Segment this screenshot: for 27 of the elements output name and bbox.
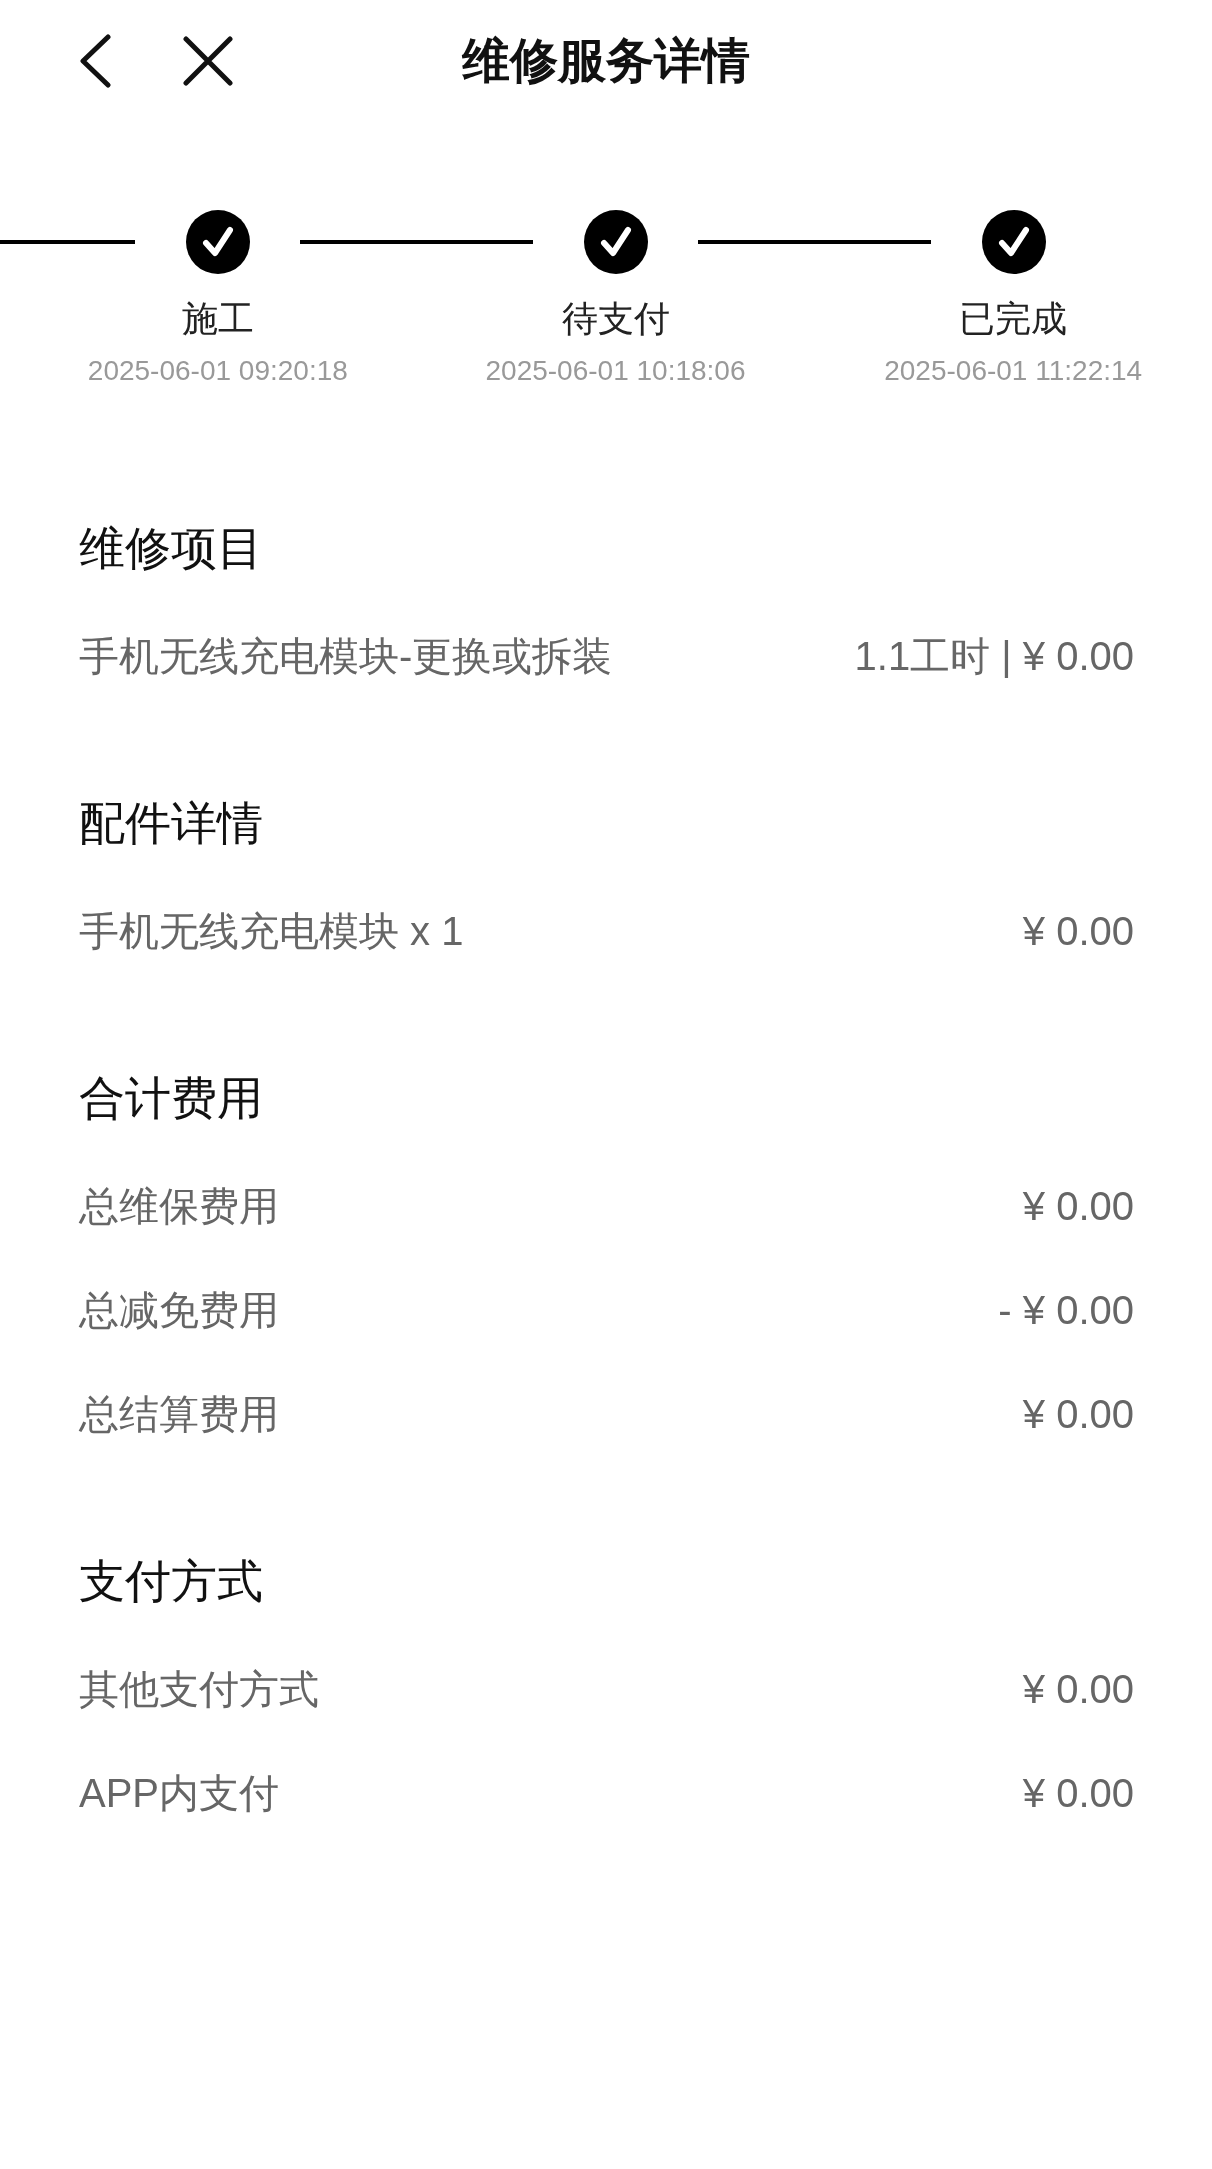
step-label: 待支付 [561, 297, 670, 341]
item-label: APP内支付 [79, 1770, 280, 1817]
item-value: ¥ 0.00 [1022, 1666, 1134, 1713]
item-label: 总维保费用 [79, 1183, 279, 1230]
item-value: - ¥ 0.00 [998, 1287, 1134, 1334]
page-title: 维修服务详情 [462, 34, 750, 88]
close-icon [183, 36, 233, 86]
step-label: 已完成 [959, 297, 1068, 341]
item-value: ¥ 0.00 [1022, 1391, 1134, 1438]
section-title: 合计费用 [79, 1071, 264, 1126]
section-title: 支付方式 [79, 1554, 264, 1609]
step-time: 2025-06-01 09:20:18 [87, 354, 348, 388]
item-value: ¥ 0.00 [1022, 1183, 1134, 1230]
back-icon [78, 34, 112, 88]
item-label: 其他支付方式 [79, 1666, 319, 1713]
section-title: 配件详情 [79, 796, 264, 851]
step-time: 2025-06-01 11:22:14 [884, 354, 1143, 388]
step-time: 2025-06-01 10:18:06 [485, 354, 746, 388]
step-label: 施工 [181, 297, 254, 341]
item-label: 手机无线充电模块-更换或拆装 [79, 633, 613, 680]
item-label: 总结算费用 [79, 1391, 279, 1438]
item-label: 总减免费用 [79, 1287, 279, 1334]
item-value: 1.1工时 | ¥ 0.00 [854, 633, 1134, 680]
section-title: 维修项目 [79, 521, 264, 576]
item-label: 手机无线充电模块 x 1 [79, 908, 464, 955]
item-value: ¥ 0.00 [1022, 1770, 1134, 1817]
item-value: ¥ 0.00 [1022, 908, 1134, 955]
